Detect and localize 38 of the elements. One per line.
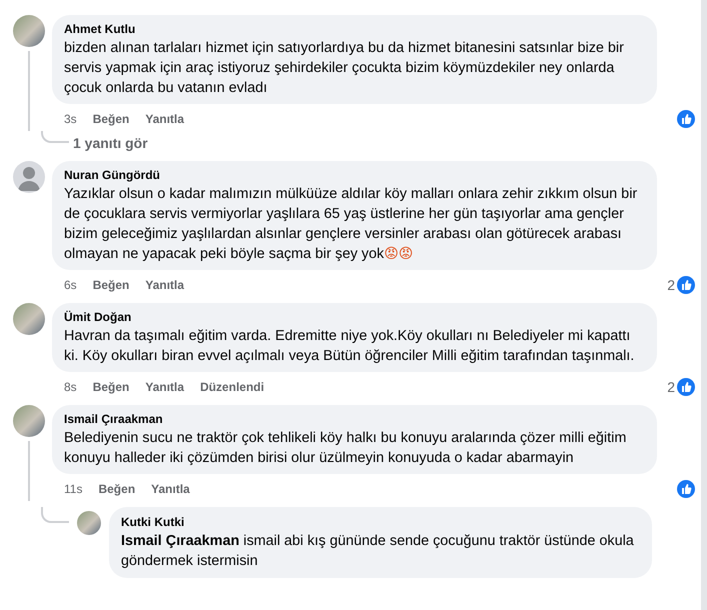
like-link[interactable]: Beğen xyxy=(92,278,130,292)
commenter-name[interactable]: Ahmet Kutlu xyxy=(64,21,645,37)
comment-time[interactable]: 8s xyxy=(64,380,77,394)
commenter-name[interactable]: Kutki Kutki xyxy=(121,514,640,530)
comment-text: Havran da taşımalı eğitim varda. Edremitte niye yok.Köy okulları nı Belediyeler mi kapattı ki. Köy okulları biran evvel açılmalı veya Bütün öğrenciler Milli eğitim tarafından taşınmalı. xyxy=(64,327,636,366)
comment-time[interactable]: 11s xyxy=(64,482,82,496)
commenter-name[interactable]: Ümit Doğan xyxy=(64,309,645,325)
avatar-photo[interactable] xyxy=(13,405,45,437)
avatar-photo[interactable] xyxy=(13,15,45,47)
reaction-count[interactable]: 2 xyxy=(667,379,675,395)
avatar-silhouette[interactable] xyxy=(13,161,45,193)
like-link[interactable]: Beğen xyxy=(92,380,130,394)
edited-label: Düzenlendi xyxy=(200,380,264,394)
thread-connector xyxy=(41,131,69,143)
avatar-photo[interactable] xyxy=(77,511,101,535)
thumbs-up-icon xyxy=(677,110,695,128)
reply-text: Ismail Çıraakman ismail abi kış gününde sende çocuğunu traktör üstünde okula göndermek istermisin xyxy=(121,532,635,571)
avatar-photo[interactable] xyxy=(13,303,45,335)
thumbs-up-icon xyxy=(677,480,695,498)
like-link[interactable]: Beğen xyxy=(98,482,136,496)
thread-line xyxy=(28,441,30,501)
reply-link[interactable]: Yanıtla xyxy=(151,482,190,496)
reply-link[interactable]: Yanıtla xyxy=(145,278,184,292)
commenter-name[interactable]: Nuran Güngördü xyxy=(64,167,645,183)
like-link[interactable]: Beğen xyxy=(92,112,130,126)
reaction-count[interactable]: 2 xyxy=(667,277,675,293)
comment-text: Yazıklar olsun o kadar malımızın mülküüze aldılar köy malları onlara zehir zıkkım olsun bir de çocuklara servis vermiyorlar yaşlılara 65 yaş üstlerine her gün taşıyorlar ama gençler bizim geleceğimiz yaşlılardan alsınlar gençlere versinler arabası olan götürecek arabası olmayan ne yapacak peki böyle saçma bir şey yok😡😡 xyxy=(64,185,638,264)
reply-link[interactable]: Yanıtla xyxy=(145,112,184,126)
view-replies-link[interactable]: 1 yanıtı gör xyxy=(73,135,148,151)
comment-time[interactable]: 3s xyxy=(64,112,77,126)
comment-text: bizden alınan tarlaları hizmet için satıyorlardıya bu da hizmet bitanesini satsınlar bize bir servis yapmak için araç istiyoruz şehirdekiler çocukta bizim köymüzdekiler ney onlarda çocuk onlarda bu vatanın evladı xyxy=(64,39,625,98)
commenter-name[interactable]: Ismail Çıraakman xyxy=(64,411,645,427)
comment-time[interactable]: 6s xyxy=(64,278,77,292)
comment-text: Belediyenin sucu ne traktör çok tehlikeli köy halkı bu konuyu aralarında çözer milli eğitim konuyu halleder iki çözümden birisi olur üzülmeyin konuyuda o kadar abarmayin xyxy=(64,429,628,468)
thumbs-up-icon xyxy=(677,378,695,396)
reply-link[interactable]: Yanıtla xyxy=(145,380,184,394)
thumbs-up-icon xyxy=(677,276,695,294)
thread-connector xyxy=(41,507,69,523)
